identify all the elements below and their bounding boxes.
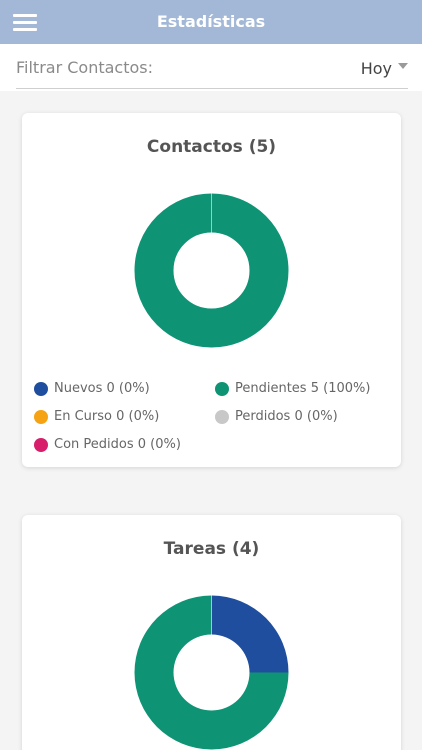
filter-selected-value: Hoy xyxy=(360,58,392,78)
top-app-bar: Estadísticas xyxy=(0,0,422,44)
contacts-stats-card: Contactos (5) Nuevos 0 (0%) Pendientes 5… xyxy=(22,113,401,467)
tasks-donut-chart xyxy=(134,595,289,750)
legend-dot-pendientes xyxy=(215,381,229,396)
filter-underline xyxy=(16,88,408,89)
legend-item-pendientes[interactable]: Pendientes 5 (100%) xyxy=(215,381,370,396)
legend-label-en-curso: En Curso 0 (0%) xyxy=(54,409,160,424)
legend-item-en-curso[interactable]: En Curso 0 (0%) xyxy=(34,409,159,424)
legend-dot-nuevos xyxy=(34,381,48,396)
tasks-stats-card: Tareas (4) xyxy=(22,515,401,750)
caret-down-icon xyxy=(398,63,408,69)
legend-dot-perdidos xyxy=(215,409,229,424)
filter-bar: Filtrar Contactos: Hoy xyxy=(0,44,422,91)
legend-label-nuevos: Nuevos 0 (0%) xyxy=(54,381,150,396)
legend-label-con-pedidos: Con Pedidos 0 (0%) xyxy=(54,437,181,452)
legend-dot-en-curso xyxy=(34,409,48,424)
contacts-card-title: Contactos (5) xyxy=(146,137,277,157)
legend-item-nuevos[interactable]: Nuevos 0 (0%) xyxy=(34,381,150,396)
legend-item-con-pedidos[interactable]: Con Pedidos 0 (0%) xyxy=(34,437,181,452)
filter-label: Filtrar Contactos: xyxy=(16,58,154,77)
legend-dot-con-pedidos xyxy=(34,437,48,452)
legend-item-perdidos[interactable]: Perdidos 0 (0%) xyxy=(215,409,338,424)
legend-label-perdidos: Perdidos 0 (0%) xyxy=(235,409,338,424)
contacts-donut-chart xyxy=(134,193,289,348)
legend-label-pendientes: Pendientes 5 (100%) xyxy=(235,381,371,396)
page-title: Estadísticas xyxy=(156,12,266,31)
filter-dropdown[interactable]: Hoy xyxy=(361,56,408,80)
tasks-donut-slice-0 xyxy=(211,595,289,673)
tasks-card-title: Tareas (4) xyxy=(163,539,260,559)
